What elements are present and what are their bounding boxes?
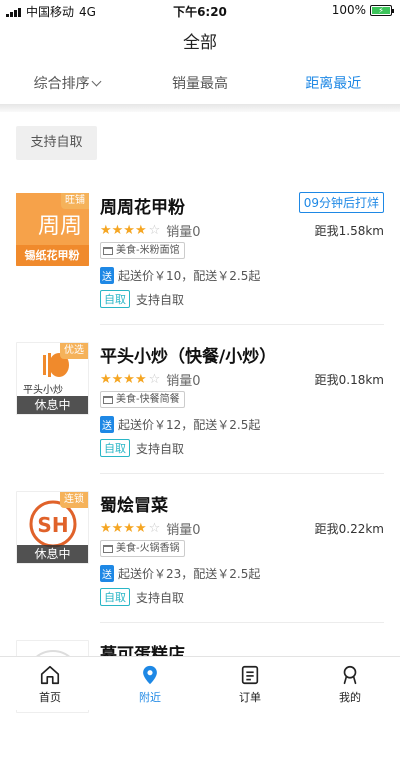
star-icon: ★★★★ xyxy=(100,521,147,536)
rating: ★★★★☆ 销量0 xyxy=(100,370,201,389)
category-label: 美食-火锅香锅 xyxy=(116,541,180,556)
delivery-badge: 送 xyxy=(100,416,114,433)
star-empty-icon: ☆ xyxy=(149,223,161,238)
store-icon xyxy=(103,247,113,255)
user-icon xyxy=(339,664,361,686)
pickup-info: 自取 支持自取 xyxy=(100,439,184,457)
logo-subtext: 锡纸花甲粉 xyxy=(25,248,80,262)
delivery-text: 起送价￥12，配送￥2.5起 xyxy=(118,416,260,433)
tab-home[interactable]: 首页 xyxy=(0,657,100,710)
order-list-icon xyxy=(239,664,261,686)
closed-overlay: 休息中 xyxy=(17,545,88,563)
tab-label: 综合排序 xyxy=(34,76,90,92)
store-logo: 平头小炒 优选 休息中 xyxy=(16,342,89,415)
status-bar: 中国移动 4G 下午6:20 100% ⚡ xyxy=(0,0,400,20)
pickup-info: 自取 支持自取 xyxy=(100,588,184,606)
store-tag-badge: 优选 xyxy=(60,343,88,359)
pickup-badge: 自取 xyxy=(100,588,130,606)
rating: ★★★★☆ 销量0 xyxy=(100,519,201,538)
star-empty-icon: ☆ xyxy=(149,372,161,387)
delivery-text: 起送价￥10，配送￥2.5起 xyxy=(118,267,260,284)
pickup-text: 支持自取 xyxy=(136,291,184,308)
sales-count: 销量0 xyxy=(166,519,200,538)
category-label: 美食-快餐简餐 xyxy=(116,392,180,407)
logo-text: 平头小炒 xyxy=(23,384,63,396)
page-title: 全部 xyxy=(0,28,400,53)
divider xyxy=(0,104,400,112)
sales-count: 销量0 xyxy=(166,221,200,240)
star-icon: ★★★★ xyxy=(100,372,147,387)
delivery-badge: 送 xyxy=(100,565,114,582)
logo-text: 周周 xyxy=(38,214,82,239)
sales-count: 销量0 xyxy=(166,370,200,389)
star-empty-icon: ☆ xyxy=(149,521,161,536)
battery-icon: ⚡ xyxy=(370,5,392,16)
tab-sort-general[interactable]: 综合排序 xyxy=(0,68,133,102)
rating: ★★★★☆ 销量0 xyxy=(100,221,201,240)
store-tag-badge: 连锁 xyxy=(60,492,88,508)
store-logo: SH 连锁 休息中 xyxy=(16,491,89,564)
pickup-badge: 自取 xyxy=(100,290,130,308)
tab-orders[interactable]: 订单 xyxy=(200,657,300,710)
location-pin-icon xyxy=(139,664,161,686)
delivery-info: 送 起送价￥12，配送￥2.5起 xyxy=(100,416,260,433)
tab-label: 首页 xyxy=(39,689,61,705)
store-name: 蜀烩冒菜 xyxy=(100,491,168,516)
store-tag-badge: 旺铺 xyxy=(61,193,89,209)
distance: 距我0.18km xyxy=(315,371,384,388)
tab-sort-distance[interactable]: 距离最近 xyxy=(267,68,400,102)
logo-text: SH xyxy=(37,513,68,537)
store-logo: 周周 锡纸花甲粉 旺铺 xyxy=(16,193,89,266)
chevron-down-icon xyxy=(91,77,101,87)
tab-label: 距离最近 xyxy=(305,76,361,92)
bottom-tab-bar: 首页 附近 订单 我的 xyxy=(0,656,400,710)
tab-label: 销量最高 xyxy=(172,76,228,92)
pickup-text: 支持自取 xyxy=(136,440,184,457)
store-item-shuhui[interactable]: SH 连锁 休息中 蜀烩冒菜 ★★★★☆ 销量0 距我0.22km 美食-火锅香… xyxy=(0,474,400,623)
sort-tabs: 综合排序 销量最高 距离最近 xyxy=(0,68,400,102)
distance: 距我1.58km xyxy=(315,222,384,239)
tab-sort-sales[interactable]: 销量最高 xyxy=(133,68,266,102)
tab-label: 订单 xyxy=(239,689,261,705)
tab-nearby[interactable]: 附近 xyxy=(100,657,200,710)
pickup-badge: 自取 xyxy=(100,439,130,457)
category-tag: 美食-火锅香锅 xyxy=(100,540,185,557)
closing-time-badge: 09分钟后打烊 xyxy=(299,192,384,213)
tab-profile[interactable]: 我的 xyxy=(300,657,400,710)
pickup-info: 自取 支持自取 xyxy=(100,290,184,308)
distance: 距我0.22km xyxy=(315,520,384,537)
delivery-badge: 送 xyxy=(100,267,114,284)
tab-label: 附近 xyxy=(139,689,161,705)
delivery-info: 送 起送价￥23，配送￥2.5起 xyxy=(100,565,260,582)
store-item-pingtou[interactable]: 平头小炒 优选 休息中 平头小炒（快餐/小炒） ★★★★☆ 销量0 距我0.18… xyxy=(0,325,400,474)
category-tag: 美食-米粉面馆 xyxy=(100,242,185,259)
home-icon xyxy=(39,664,61,686)
closed-overlay: 休息中 xyxy=(17,396,88,414)
star-icon: ★★★★ xyxy=(100,223,147,238)
store-icon xyxy=(103,545,113,553)
store-name: 周周花甲粉 xyxy=(100,193,185,218)
category-tag: 美食-快餐简餐 xyxy=(100,391,185,408)
category-label: 美食-米粉面馆 xyxy=(116,243,180,258)
store-icon xyxy=(103,396,113,404)
tab-label: 我的 xyxy=(339,689,361,705)
store-name: 平头小炒（快餐/小炒） xyxy=(100,342,276,367)
delivery-text: 起送价￥23，配送￥2.5起 xyxy=(118,565,260,582)
store-item-zhouzhou[interactable]: 周周 锡纸花甲粉 旺铺 周周花甲粉 09分钟后打烊 ★★★★☆ 销量0 距我1.… xyxy=(0,176,400,325)
pickup-text: 支持自取 xyxy=(136,589,184,606)
delivery-info: 送 起送价￥10，配送￥2.5起 xyxy=(100,267,260,284)
filter-pickup-chip[interactable]: 支持自取 xyxy=(16,126,97,160)
battery-percent: 100% xyxy=(332,3,366,17)
